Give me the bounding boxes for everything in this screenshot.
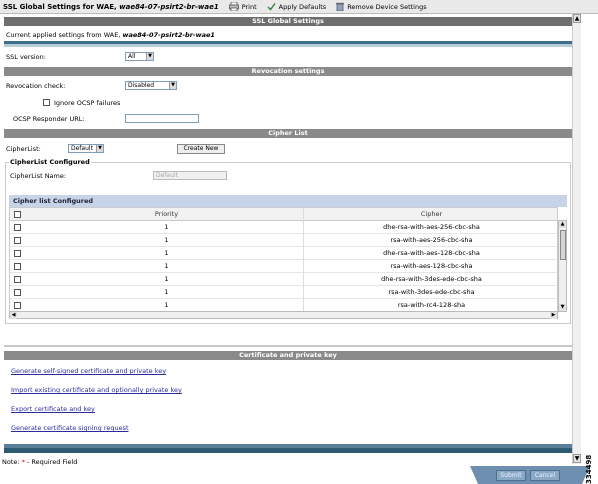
table-header-row: Priority Cipher <box>10 208 557 221</box>
cipherlist-name-input[interactable]: Default <box>153 171 227 180</box>
scroll-down-arrow-icon[interactable]: ▼ <box>573 454 581 463</box>
revocation-check-label: Revocation check: <box>6 82 66 90</box>
window-device-name: wae84-07-psirt2-br-wae1 <box>119 2 219 11</box>
scroll-right-arrow-icon[interactable]: ▶ <box>550 312 557 319</box>
required-field-note: Note: * - Required Field <box>2 458 78 466</box>
row-priority: 1 <box>30 286 304 299</box>
remove-device-settings-button[interactable]: Remove Device Settings <box>336 2 427 11</box>
apply-defaults-icon <box>267 3 276 11</box>
current-device-name: wae84-07-psirt2-br-wae1 <box>122 31 215 39</box>
print-button[interactable]: Print <box>228 2 257 11</box>
column-header-cipher[interactable]: Cipher <box>304 208 557 221</box>
submit-button[interactable]: Submit <box>496 470 526 481</box>
row-cipher: rsa-with-3des-ede-cbc-sha <box>388 288 475 296</box>
printer-icon <box>228 2 239 11</box>
cipherlist-label: CipherList: <box>6 145 41 153</box>
row-checkbox[interactable] <box>14 289 21 296</box>
divider <box>4 44 572 47</box>
export-certificate-link[interactable]: Export certificate and key <box>11 405 95 413</box>
generate-csr-link[interactable]: Generate certificate signing request <box>11 424 129 432</box>
column-header-priority[interactable]: Priority <box>30 208 304 221</box>
chevron-down-icon: ▼ <box>169 82 176 89</box>
trash-icon <box>336 2 345 11</box>
cipher-list-header: Cipher List <box>4 129 572 138</box>
page-scrollbar[interactable]: ▲ ▼ <box>572 14 581 464</box>
table-row[interactable]: 1 rsa-with-aes-256-cbc-sha <box>10 234 557 247</box>
scroll-up-arrow-icon[interactable]: ▲ <box>559 221 566 228</box>
table-row[interactable]: 1 dhe-rsa-with-aes-256-cbc-sha <box>10 221 557 234</box>
row-checkbox[interactable] <box>14 276 21 283</box>
row-checkbox[interactable] <box>14 224 21 231</box>
select-all-checkbox[interactable] <box>14 211 21 218</box>
required-asterisk: * <box>21 458 25 466</box>
scroll-down-arrow-icon[interactable]: ▼ <box>559 304 566 311</box>
cipherlist-select[interactable]: Default ▼ <box>68 144 104 153</box>
window-toolbar: SSL Global Settings for WAE, wae84-07-ps… <box>0 0 598 14</box>
cancel-button[interactable]: Cancel <box>530 470 560 481</box>
table-row[interactable]: 1 dhe-rsa-with-3des-ede-cbc-sha <box>10 273 557 286</box>
ssl-version-select[interactable]: All ▼ <box>125 52 154 61</box>
current-settings-text: Current applied settings from WAE, wae84… <box>6 31 215 39</box>
row-cipher: dhe-rsa-with-3des-ede-cbc-sha <box>381 275 482 283</box>
divider <box>4 448 572 453</box>
cipherlist-name-label: CipherList Name: <box>10 172 67 180</box>
row-cipher: dhe-rsa-with-aes-128-cbc-sha <box>383 249 480 257</box>
import-certificate-link[interactable]: Import existing certificate and optional… <box>11 386 182 394</box>
generate-self-signed-link[interactable]: Generate self-signed certificate and pri… <box>11 367 166 375</box>
row-checkbox[interactable] <box>14 237 21 244</box>
row-priority: 1 <box>30 234 304 247</box>
scrollbar-thumb[interactable] <box>560 230 566 260</box>
cipher-table-title: Cipher list Configured <box>9 195 567 207</box>
row-priority: 1 <box>30 273 304 286</box>
table-row[interactable]: 1 rsa-with-aes-128-cbc-sha <box>10 260 557 273</box>
divider <box>4 345 572 347</box>
row-cipher: rsa-with-aes-256-cbc-sha <box>390 236 473 244</box>
table-horizontal-scrollbar[interactable]: ◀ ▶ <box>9 311 558 319</box>
create-new-button[interactable]: Create New <box>177 144 225 154</box>
certificate-header: Certificate and private key <box>4 351 572 360</box>
row-checkbox[interactable] <box>14 250 21 257</box>
apply-defaults-button[interactable]: Apply Defaults <box>267 2 326 11</box>
ignore-ocsp-label: Ignore OCSP failures <box>54 99 121 107</box>
table-row[interactable]: 1 rsa-with-3des-ede-cbc-sha <box>10 286 557 299</box>
table-row[interactable]: 1 dhe-rsa-with-aes-128-cbc-sha <box>10 247 557 260</box>
scroll-up-arrow-icon[interactable]: ▲ <box>573 14 581 23</box>
chevron-down-icon: ▼ <box>96 145 103 152</box>
row-cipher: dhe-rsa-with-aes-256-cbc-sha <box>383 223 480 231</box>
row-priority: 1 <box>30 221 304 234</box>
ocsp-url-label: OCSP Responder URL: <box>13 115 85 123</box>
row-priority: 1 <box>30 260 304 273</box>
row-checkbox[interactable] <box>14 302 21 309</box>
scroll-left-arrow-icon[interactable]: ◀ <box>10 312 17 319</box>
chevron-down-icon: ▼ <box>146 53 153 60</box>
ssl-global-settings-header: SSL Global Settings <box>4 17 572 26</box>
revocation-check-select[interactable]: Disabled ▼ <box>125 81 177 90</box>
document-id: 334498 <box>585 454 593 484</box>
revocation-settings-header: Revocation settings <box>4 67 572 76</box>
cipher-table: Priority Cipher 1 dhe-rsa-with-aes-256-c… <box>9 207 558 313</box>
row-checkbox[interactable] <box>14 263 21 270</box>
ignore-ocsp-checkbox[interactable] <box>43 99 50 106</box>
row-cipher: rsa-with-aes-128-cbc-sha <box>390 262 473 270</box>
window-title: SSL Global Settings for WAE, wae84-07-ps… <box>3 2 219 11</box>
ssl-version-label: SSL version: <box>6 53 46 61</box>
table-vertical-scrollbar[interactable]: ▲ ▼ <box>558 220 567 312</box>
cipherlist-configured-legend: CipherList Configured <box>9 158 91 166</box>
row-priority: 1 <box>30 247 304 260</box>
ocsp-url-input[interactable] <box>125 114 199 123</box>
